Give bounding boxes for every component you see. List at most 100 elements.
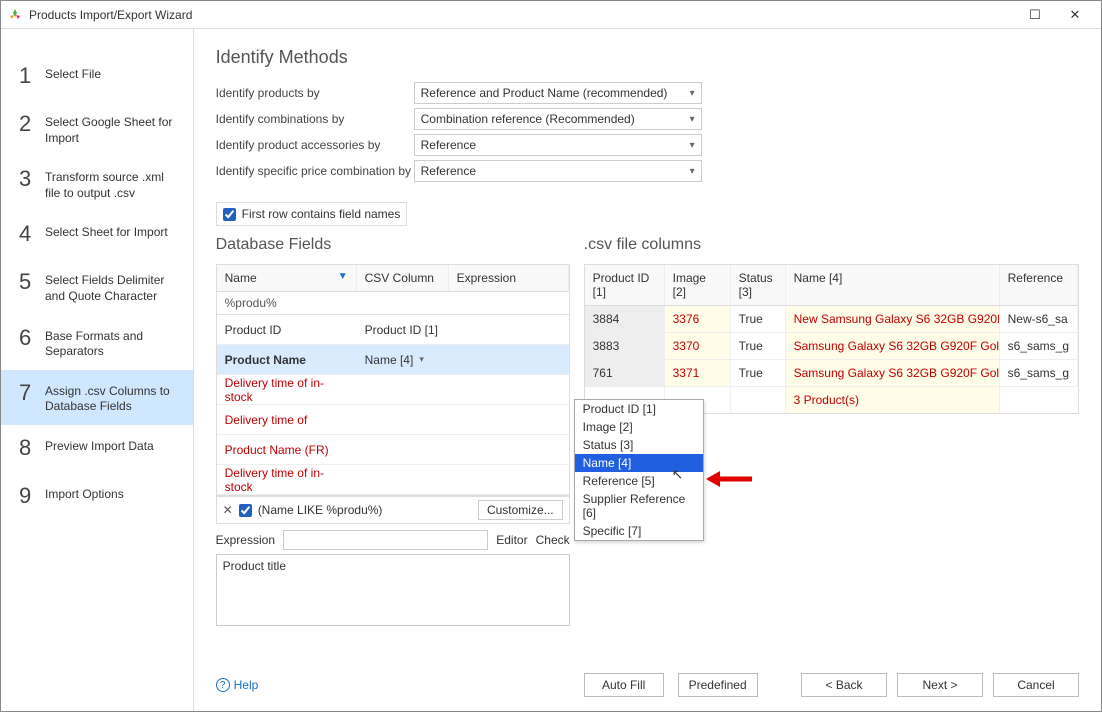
filter-expression-bar: ✕ (Name LIKE %produ%) Customize... bbox=[216, 496, 570, 524]
dropdown-option[interactable]: Product ID [1] bbox=[575, 400, 703, 418]
step-label: Select Sheet for Import bbox=[45, 221, 168, 241]
identify-select[interactable]: Reference▾ bbox=[414, 160, 702, 182]
database-fields-pane: Database Fields Name ▼ CSV Column Expres… bbox=[216, 236, 570, 697]
dropdown-option[interactable]: Name [4] bbox=[575, 454, 703, 472]
help-link[interactable]: ? Help bbox=[216, 678, 259, 692]
filter-icon[interactable]: ▼ bbox=[338, 271, 348, 285]
cursor-icon: ↖ bbox=[672, 466, 684, 483]
wizard-footer: ? Help < Back Next > Cancel bbox=[216, 673, 1079, 697]
expression-input[interactable] bbox=[283, 530, 488, 550]
chevron-down-icon: ▾ bbox=[690, 88, 695, 99]
expression-textarea[interactable]: Product title bbox=[216, 554, 570, 626]
csv-row[interactable]: 7613371TrueSamsung Galaxy S6 32GB G920F … bbox=[585, 360, 1078, 387]
step-number: 4 bbox=[19, 221, 45, 247]
db-field-row[interactable]: Product IDProduct ID [1] bbox=[217, 315, 569, 345]
db-field-row[interactable]: Delivery time of in-stock bbox=[217, 465, 569, 495]
chevron-down-icon: ▾ bbox=[690, 166, 695, 177]
csv-cell-pid: 3883 bbox=[585, 333, 665, 359]
csv-col-name[interactable]: Name [4] bbox=[786, 265, 1000, 305]
db-field-csv[interactable]: Product ID [1] bbox=[357, 323, 487, 337]
csv-cell-ref: s6_sams_g bbox=[1000, 333, 1078, 359]
wizard-step-9[interactable]: 9Import Options bbox=[1, 473, 193, 521]
filter-text: (Name LIKE %produ%) bbox=[258, 503, 383, 517]
wizard-step-6[interactable]: 6Base Formats and Separators bbox=[1, 315, 193, 370]
expression-editor-link[interactable]: Editor bbox=[496, 533, 527, 547]
step-label: Assign .csv Columns to Database Fields bbox=[45, 380, 179, 415]
csv-col-img[interactable]: Image [2] bbox=[665, 265, 731, 305]
dropdown-option[interactable]: Specific [7] bbox=[575, 522, 703, 540]
step-label: Import Options bbox=[45, 483, 124, 503]
chevron-down-icon: ▾ bbox=[419, 354, 424, 365]
identify-select[interactable]: Reference and Product Name (recommended)… bbox=[414, 82, 702, 104]
csv-cell-status: True bbox=[731, 360, 786, 386]
csv-row[interactable]: 38833370TrueSamsung Galaxy S6 32GB G920F… bbox=[585, 333, 1078, 360]
wizard-steps-sidebar: 1Select File2Select Google Sheet for Imp… bbox=[1, 29, 194, 711]
csv-cell-img: 3370 bbox=[665, 333, 731, 359]
annotation-arrow bbox=[704, 467, 754, 494]
step-label: Select File bbox=[45, 63, 101, 83]
csv-grid: Product ID [1] Image [2] Status [3] Name… bbox=[584, 264, 1079, 414]
window-title: Products Import/Export Wizard bbox=[29, 8, 1015, 22]
db-field-row[interactable]: Product Name (FR) bbox=[217, 435, 569, 465]
step-number: 7 bbox=[19, 380, 45, 406]
maximize-button[interactable]: ☐ bbox=[1015, 1, 1055, 29]
wizard-step-4[interactable]: 4Select Sheet for Import bbox=[1, 211, 193, 259]
csv-cell-name: Samsung Galaxy S6 32GB G920F Gold bbox=[786, 360, 1000, 386]
db-field-row[interactable]: Delivery time of in-stock bbox=[217, 375, 569, 405]
csv-cell-ref: New-s6_sa bbox=[1000, 306, 1078, 332]
csv-cell-img: 3376 bbox=[665, 306, 731, 332]
db-field-csv[interactable]: Name [4]▾ bbox=[357, 353, 487, 367]
cancel-button[interactable]: Cancel bbox=[993, 673, 1079, 697]
col-name-header[interactable]: Name ▼ bbox=[217, 265, 357, 291]
db-fields-heading: Database Fields bbox=[216, 236, 570, 254]
db-field-row[interactable]: Product NameName [4]▾ bbox=[217, 345, 569, 375]
back-button[interactable]: < Back bbox=[801, 673, 887, 697]
dropdown-option[interactable]: Status [3] bbox=[575, 436, 703, 454]
csv-column-dropdown[interactable]: Product ID [1]Image [2]Status [3]Name [4… bbox=[574, 399, 704, 541]
identify-select[interactable]: Combination reference (Recommended)▾ bbox=[414, 108, 702, 130]
csv-col-ref[interactable]: Reference bbox=[1000, 265, 1078, 305]
csv-col-status[interactable]: Status [3] bbox=[731, 265, 786, 305]
wizard-step-5[interactable]: 5Select Fields Delimiter and Quote Chara… bbox=[1, 259, 193, 314]
csv-summary: 3 Product(s) bbox=[786, 387, 1000, 413]
wizard-page: Identify Methods Identify products byRef… bbox=[194, 29, 1101, 711]
csv-col-pid[interactable]: Product ID [1] bbox=[585, 265, 665, 305]
clear-filter-icon[interactable]: ✕ bbox=[223, 503, 233, 517]
dropdown-option[interactable]: Supplier Reference [6] bbox=[575, 490, 703, 522]
db-grid-header: Name ▼ CSV Column Expression bbox=[217, 265, 569, 292]
wizard-step-2[interactable]: 2Select Google Sheet for Import bbox=[1, 101, 193, 156]
chevron-down-icon: ▾ bbox=[690, 114, 695, 125]
dropdown-option[interactable]: Reference [5] bbox=[575, 472, 703, 490]
wizard-step-7[interactable]: 7Assign .csv Columns to Database Fields bbox=[1, 370, 193, 425]
close-button[interactable]: ✕ bbox=[1055, 1, 1095, 29]
csv-row[interactable]: 38843376TrueNew Samsung Galaxy S6 32GB G… bbox=[585, 306, 1078, 333]
col-csv-header[interactable]: CSV Column bbox=[357, 265, 449, 291]
first-row-checkbox-input[interactable] bbox=[223, 208, 236, 221]
csv-heading: .csv file columns bbox=[584, 236, 1079, 254]
help-icon: ? bbox=[216, 678, 230, 692]
db-filter-input[interactable]: %produ% bbox=[217, 292, 569, 315]
filter-enabled-checkbox[interactable] bbox=[239, 504, 252, 517]
wizard-step-3[interactable]: 3Transform source .xml file to output .c… bbox=[1, 156, 193, 211]
db-field-row[interactable]: Delivery time of bbox=[217, 405, 569, 435]
identify-label: Identify combinations by bbox=[216, 112, 414, 126]
customize-button[interactable]: Customize... bbox=[478, 500, 563, 520]
first-row-checkbox[interactable]: First row contains field names bbox=[216, 202, 408, 226]
step-number: 8 bbox=[19, 435, 45, 461]
step-number: 9 bbox=[19, 483, 45, 509]
expression-check-link[interactable]: Check bbox=[536, 533, 570, 547]
step-number: 5 bbox=[19, 269, 45, 295]
wizard-step-8[interactable]: 8Preview Import Data bbox=[1, 425, 193, 473]
dropdown-option[interactable]: Image [2] bbox=[575, 418, 703, 436]
page-heading: Identify Methods bbox=[216, 47, 1079, 68]
col-expr-header[interactable]: Expression bbox=[449, 265, 569, 291]
csv-cell-name: Samsung Galaxy S6 32GB G920F Gold bbox=[786, 333, 1000, 359]
db-fields-grid: Name ▼ CSV Column Expression %produ% Pro… bbox=[216, 264, 570, 496]
csv-cell-pid: 3884 bbox=[585, 306, 665, 332]
wizard-step-1[interactable]: 1Select File bbox=[1, 53, 193, 101]
next-button[interactable]: Next > bbox=[897, 673, 983, 697]
step-label: Transform source .xml file to output .cs… bbox=[45, 166, 179, 201]
step-number: 6 bbox=[19, 325, 45, 351]
identify-select[interactable]: Reference▾ bbox=[414, 134, 702, 156]
identify-label: Identify product accessories by bbox=[216, 138, 414, 152]
